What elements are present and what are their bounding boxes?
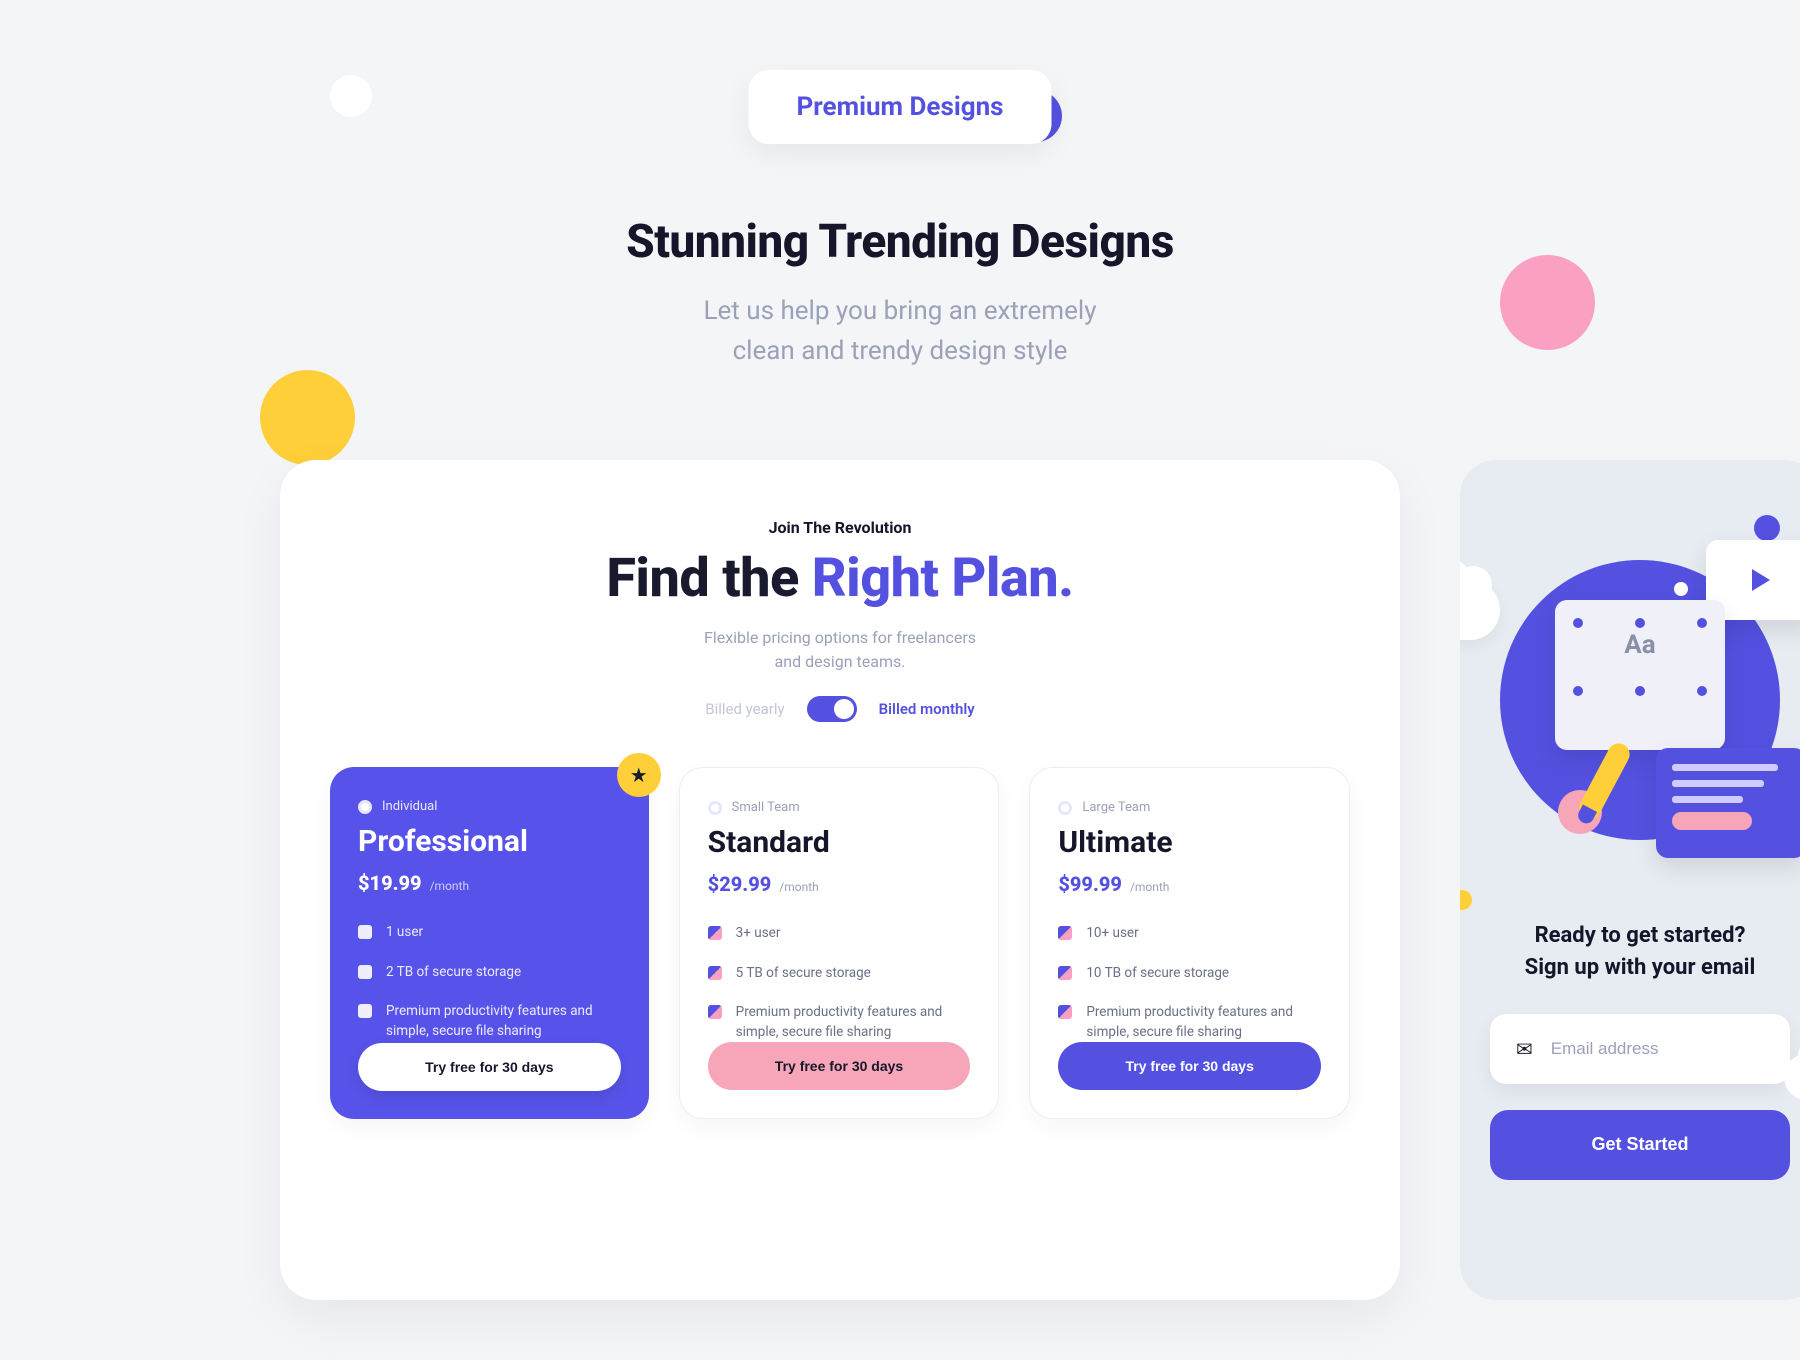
plan-name: Standard xyxy=(708,825,971,860)
email-field[interactable] xyxy=(1551,1039,1772,1059)
mail-icon: ✉ xyxy=(1516,1037,1533,1061)
plan-name: Ultimate xyxy=(1058,825,1321,860)
plan-feature: 2 TB of secure storage xyxy=(386,963,521,983)
plan-feature: Premium productivity features and simple… xyxy=(1086,1003,1321,1042)
cloud-icon xyxy=(1460,580,1500,640)
plans-row: ★ Individual Professional $19.99 /month … xyxy=(330,767,1350,1119)
plan-tag: Small Team xyxy=(732,800,800,815)
decor-circle-yellow xyxy=(260,370,355,465)
illustration xyxy=(1500,560,1780,840)
plan-feature: 10 TB of secure storage xyxy=(1086,964,1229,984)
billing-toggle[interactable] xyxy=(807,696,857,722)
signup-heading: Ready to get started? Sign up with your … xyxy=(1490,920,1790,984)
pricing-title: Find the Right Plan. xyxy=(330,547,1350,610)
plan-feature: 10+ user xyxy=(1086,924,1138,944)
plan-feature: 3+ user xyxy=(736,924,781,944)
plan-standard[interactable]: Small Team Standard $29.99 /month 3+ use… xyxy=(679,767,1000,1119)
decor-circle-white xyxy=(330,75,372,117)
typography-window-icon xyxy=(1555,600,1725,750)
plan-period: /month xyxy=(779,880,818,894)
premium-badge: Premium Designs xyxy=(749,70,1052,144)
pricing-panel: Join The Revolution Find the Right Plan.… xyxy=(280,460,1400,1300)
decor-dot-purple xyxy=(1754,515,1780,541)
cube-icon xyxy=(1058,1005,1072,1019)
hero: Stunning Trending Designs Let us help yo… xyxy=(450,215,1350,372)
cube-icon xyxy=(708,926,722,940)
play-icon xyxy=(1752,569,1770,591)
plan-period: /month xyxy=(1130,880,1169,894)
plan-tag: Individual xyxy=(382,799,437,814)
text-window-icon xyxy=(1656,748,1800,858)
plan-cta-button[interactable]: Try free for 30 days xyxy=(358,1043,621,1091)
plan-price: $19.99 xyxy=(358,871,422,895)
cube-icon xyxy=(358,965,372,979)
plan-name: Professional xyxy=(358,824,621,859)
cube-icon xyxy=(358,1004,372,1018)
cube-icon xyxy=(708,966,722,980)
plan-professional[interactable]: ★ Individual Professional $19.99 /month … xyxy=(330,767,649,1119)
signup-card: Ready to get started? Sign up with your … xyxy=(1460,460,1800,1300)
plan-period: /month xyxy=(430,879,469,893)
decor-dot-white xyxy=(1674,582,1688,596)
plan-price: $99.99 xyxy=(1058,872,1122,896)
hero-subtitle: Let us help you bring an extremely clean… xyxy=(450,291,1350,372)
hero-title: Stunning Trending Designs xyxy=(450,215,1350,269)
billing-toggle-row: Billed yearly Billed monthly xyxy=(330,696,1350,722)
plan-feature: Premium productivity features and simple… xyxy=(386,1002,621,1041)
plan-ultimate[interactable]: Large Team Ultimate $99.99 /month 10+ us… xyxy=(1029,767,1350,1119)
cube-icon xyxy=(1058,926,1072,940)
cube-icon xyxy=(358,925,372,939)
plan-feature: Premium productivity features and simple… xyxy=(736,1003,971,1042)
pencil-icon xyxy=(1577,740,1634,821)
star-icon: ★ xyxy=(617,753,661,797)
plan-price: $29.99 xyxy=(708,872,772,896)
plan-tag: Large Team xyxy=(1082,800,1150,815)
decor-dot-yellow xyxy=(1460,890,1472,910)
plan-cta-button[interactable]: Try free for 30 days xyxy=(1058,1042,1321,1090)
pricing-eyebrow: Join The Revolution xyxy=(330,518,1350,537)
get-started-button[interactable]: Get Started xyxy=(1490,1110,1790,1180)
plan-cta-button[interactable]: Try free for 30 days xyxy=(708,1042,971,1090)
pricing-subtitle: Flexible pricing options for freelancers… xyxy=(330,626,1350,674)
billing-yearly-label[interactable]: Billed yearly xyxy=(705,700,784,718)
plan-feature: 1 user xyxy=(386,923,423,943)
email-input-box[interactable]: ✉ xyxy=(1490,1014,1790,1084)
cube-icon xyxy=(708,1005,722,1019)
cube-icon xyxy=(1058,966,1072,980)
plan-feature: 5 TB of secure storage xyxy=(736,964,871,984)
billing-monthly-label[interactable]: Billed monthly xyxy=(879,700,975,718)
decor-circle-pink xyxy=(1500,255,1595,350)
